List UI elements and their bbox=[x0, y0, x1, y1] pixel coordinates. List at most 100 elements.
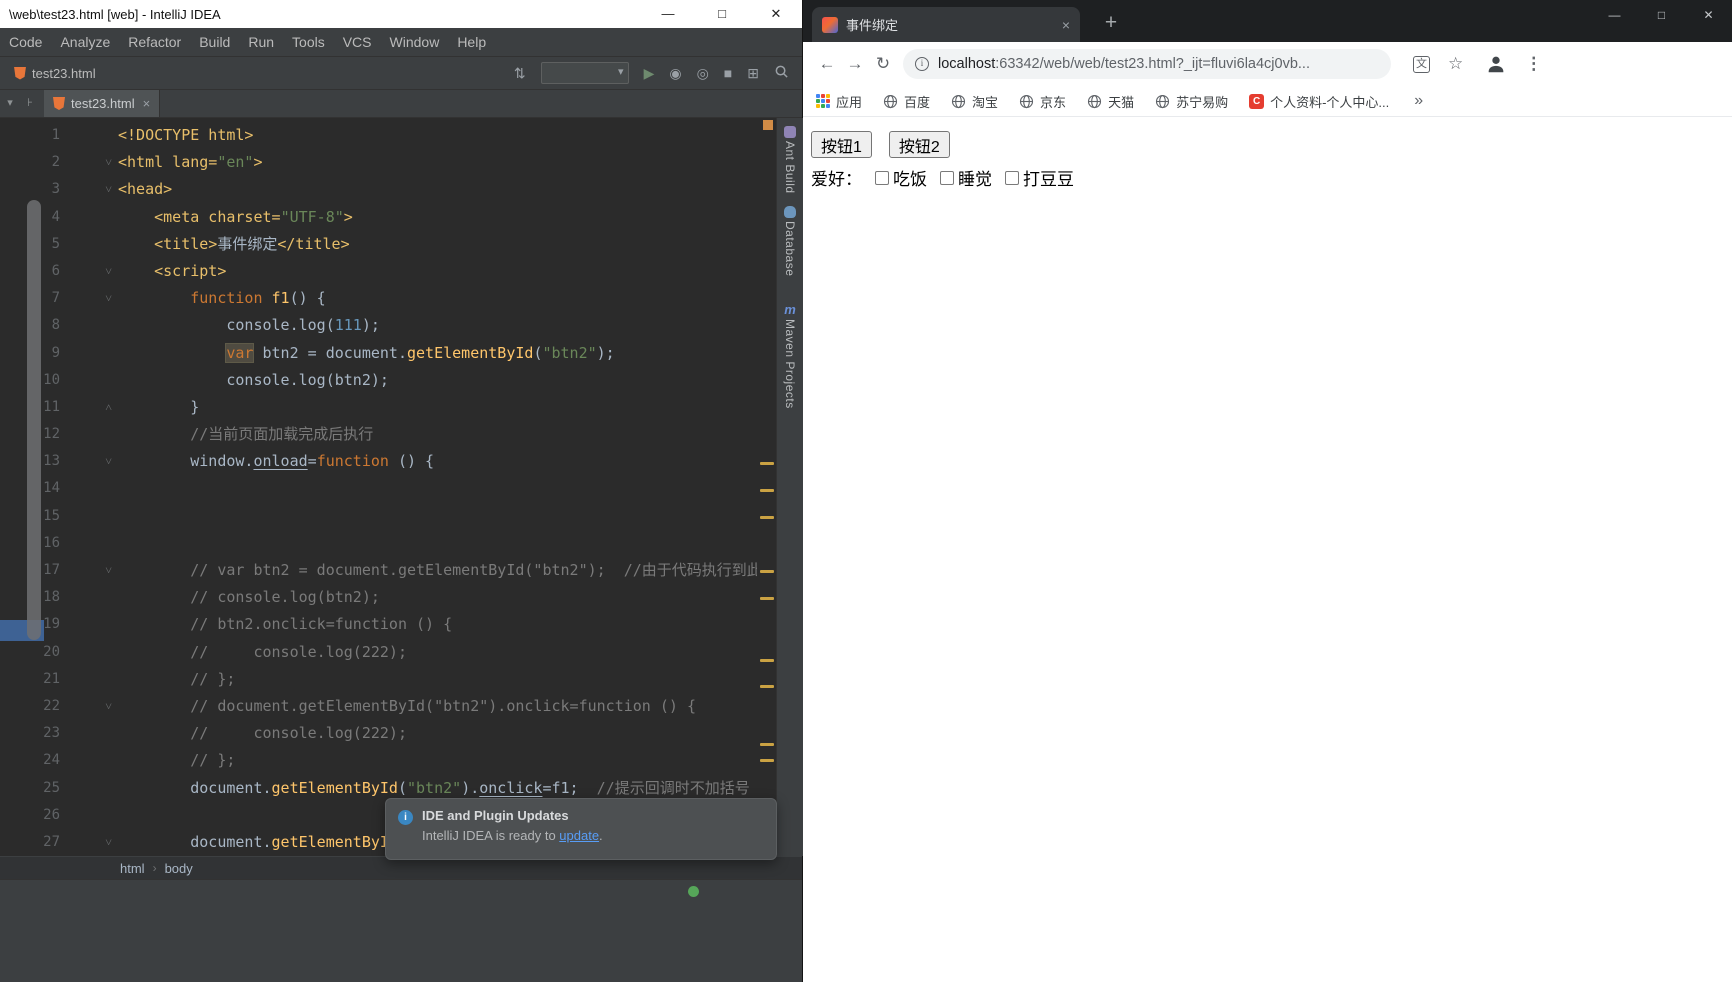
page-button-2[interactable]: 按钮2 bbox=[888, 131, 950, 158]
code-text[interactable] bbox=[118, 475, 757, 502]
code-token[interactable]: } bbox=[118, 398, 199, 416]
menu-analyze[interactable]: Analyze bbox=[51, 28, 119, 57]
code-line[interactable]: 10 console.log(btn2); bbox=[0, 367, 757, 394]
browser-minimize-button[interactable]: — bbox=[1591, 0, 1638, 31]
page-button-1[interactable]: 按钮1 bbox=[811, 131, 872, 158]
code-line[interactable]: 21 // }; bbox=[0, 666, 757, 693]
code-text[interactable]: <html lang="en"> bbox=[118, 149, 757, 176]
code-token[interactable]: <meta charset= bbox=[118, 208, 280, 226]
inspection-status-icon[interactable] bbox=[763, 120, 773, 130]
code-token[interactable]: "btn2" bbox=[407, 779, 461, 797]
line-number[interactable]: 1 bbox=[0, 122, 60, 149]
code-line[interactable]: 3 ˅ <head> bbox=[0, 176, 757, 203]
code-token[interactable] bbox=[118, 289, 190, 307]
restore-layout-icon[interactable]: ⊞ bbox=[747, 62, 759, 84]
close-icon[interactable]: × bbox=[143, 96, 151, 111]
code-text[interactable]: <!DOCTYPE html> bbox=[118, 122, 757, 149]
code-token[interactable]: "en" bbox=[217, 153, 253, 171]
code-line[interactable]: 13 ˅ window.onload=function () { bbox=[0, 448, 757, 475]
fold-marker-icon[interactable]: ˅ bbox=[60, 176, 118, 203]
code-token[interactable]: document. bbox=[118, 833, 271, 851]
change-marker[interactable] bbox=[760, 597, 774, 600]
refresh-button[interactable]: ↻ bbox=[869, 50, 897, 78]
bookmark-apps[interactable]: 应用 bbox=[816, 92, 862, 111]
tool-window-toggle-icon[interactable]: ⊦ bbox=[20, 90, 40, 117]
checkbox-label-eat[interactable]: 吃饭 bbox=[875, 165, 927, 190]
code-token[interactable]: () { bbox=[290, 289, 326, 307]
code-line[interactable]: 19 // btn2.onclick=function () { bbox=[0, 611, 757, 638]
code-token[interactable]: // }; bbox=[118, 670, 235, 688]
code-line[interactable]: 9 var btn2 = document.getElementById("bt… bbox=[0, 340, 757, 367]
code-token[interactable]: document. bbox=[118, 779, 271, 797]
ide-close-button[interactable]: ✕ bbox=[749, 0, 803, 28]
bookmark-tmall[interactable]: 天猫 bbox=[1087, 92, 1134, 111]
menu-window[interactable]: Window bbox=[381, 28, 449, 57]
code-token[interactable]: ( bbox=[398, 779, 407, 797]
menu-run[interactable]: Run bbox=[239, 28, 283, 57]
fold-marker-icon[interactable]: ˅ bbox=[60, 285, 118, 312]
code-text[interactable]: console.log(btn2); bbox=[118, 367, 757, 394]
code-token[interactable]: // console.log(btn2); bbox=[118, 588, 380, 606]
code-token[interactable]: ); bbox=[362, 316, 380, 334]
code-line[interactable]: 18 // console.log(btn2); bbox=[0, 584, 757, 611]
code-line[interactable]: 14 bbox=[0, 475, 757, 502]
code-token[interactable]: ). bbox=[461, 779, 479, 797]
run-button[interactable]: ▶ bbox=[644, 62, 655, 84]
editor[interactable]: 1 <!DOCTYPE html> 2 ˅ <html lang="en"> 3 ˅ <hea… bbox=[0, 118, 803, 856]
code-line[interactable]: 6 ˅ <script> bbox=[0, 258, 757, 285]
code-line[interactable]: 24 // }; bbox=[0, 747, 757, 774]
fold-marker-icon[interactable]: ˅ bbox=[60, 149, 118, 176]
line-number[interactable]: 25 bbox=[0, 775, 60, 802]
code-token[interactable]: <head> bbox=[118, 180, 172, 198]
checkbox-eat[interactable] bbox=[875, 170, 889, 185]
code-token[interactable]: onload bbox=[253, 452, 307, 470]
code-line[interactable]: 5 <title>事件绑定</title> bbox=[0, 231, 757, 258]
menu-help[interactable]: Help bbox=[448, 28, 495, 57]
ide-minimize-button[interactable]: — bbox=[641, 0, 695, 28]
code-text[interactable]: <title>事件绑定</title> bbox=[118, 231, 757, 258]
code-token[interactable]: getElementById bbox=[272, 833, 398, 851]
ide-maximize-button[interactable]: □ bbox=[695, 0, 749, 28]
code-token[interactable]: > bbox=[253, 153, 262, 171]
code-text[interactable] bbox=[118, 530, 757, 557]
change-marker[interactable] bbox=[760, 462, 774, 465]
change-marker[interactable] bbox=[760, 659, 774, 662]
line-number[interactable]: 3 bbox=[0, 176, 60, 203]
code-token[interactable]: // document.getElementById("btn2").oncli… bbox=[118, 697, 696, 715]
chevron-down-icon[interactable]: ▾ bbox=[0, 90, 20, 117]
code-token[interactable]: =f1; bbox=[542, 779, 596, 797]
code-line[interactable]: 17 ˅ // var btn2 = document.getElementByI… bbox=[0, 557, 757, 584]
code-line[interactable]: 23 // console.log(222); bbox=[0, 720, 757, 747]
code-text[interactable]: // var btn2 = document.getElementById("b… bbox=[118, 557, 757, 584]
code-token[interactable]: function bbox=[190, 289, 271, 307]
code-text[interactable]: // console.log(222); bbox=[118, 720, 757, 747]
code-token[interactable]: // console.log(222); bbox=[118, 724, 407, 742]
code-text[interactable]: } bbox=[118, 394, 757, 421]
code-token[interactable]: <html lang= bbox=[118, 153, 217, 171]
back-button[interactable]: ← bbox=[813, 50, 841, 78]
code-token[interactable]: console.log( bbox=[118, 316, 334, 334]
tool-tab-database[interactable]: Database bbox=[777, 206, 803, 279]
checkbox-label-sleep[interactable]: 睡觉 bbox=[940, 165, 992, 190]
menu-vcs[interactable]: VCS bbox=[334, 28, 381, 57]
stop-button[interactable]: ■ bbox=[724, 62, 732, 84]
profiler-icon[interactable]: ◎ bbox=[697, 62, 709, 84]
line-number[interactable]: 22 bbox=[0, 693, 60, 720]
checkbox-sleep[interactable] bbox=[940, 170, 954, 185]
sort-icon[interactable]: ⇅ bbox=[514, 62, 526, 84]
bookmark-star-icon[interactable]: ☆ bbox=[1448, 54, 1463, 74]
update-indicator-icon[interactable] bbox=[688, 886, 699, 897]
fold-marker-icon[interactable]: ˅ bbox=[60, 829, 118, 856]
code-token[interactable]: <!DOCTYPE html> bbox=[118, 126, 253, 144]
search-icon[interactable] bbox=[774, 64, 789, 82]
code-token[interactable]: <title> bbox=[118, 235, 217, 253]
menu-build[interactable]: Build bbox=[190, 28, 239, 57]
fold-marker-icon[interactable]: ˅ bbox=[60, 693, 118, 720]
tool-tab-ant-build[interactable]: Ant Build bbox=[777, 126, 803, 197]
panel-scrollbar[interactable] bbox=[27, 200, 41, 640]
line-number[interactable]: 2 bbox=[0, 149, 60, 176]
code-token[interactable]: "UTF-8" bbox=[281, 208, 344, 226]
bookmark-baidu[interactable]: 百度 bbox=[883, 92, 930, 111]
line-number[interactable]: 21 bbox=[0, 666, 60, 693]
address-bar[interactable]: i localhost:63342/web/web/test23.html?_i… bbox=[903, 49, 1391, 79]
